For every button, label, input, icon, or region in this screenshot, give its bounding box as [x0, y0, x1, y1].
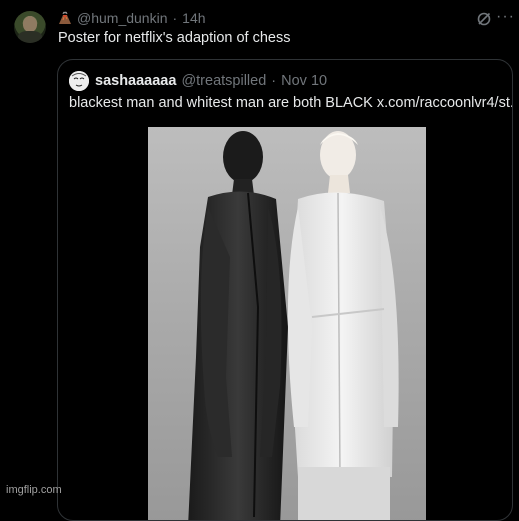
quoted-avatar	[69, 71, 89, 91]
imgflip-watermark: imgflip.com	[6, 484, 62, 496]
post-avatar[interactable]	[14, 11, 46, 43]
post-header: @hum_dunkin · 14h	[58, 8, 206, 28]
quoted-handle[interactable]: @treatspilled	[181, 73, 266, 89]
quoted-photo[interactable]	[148, 127, 426, 520]
two-men-photo	[148, 127, 426, 520]
volcano-icon	[59, 11, 71, 24]
quoted-date[interactable]: Nov 10	[281, 73, 327, 89]
more-options-icon[interactable]: ···	[496, 8, 515, 26]
separator-dot: ·	[172, 10, 178, 26]
separator-dot: ·	[271, 73, 277, 89]
grok-icon[interactable]	[476, 11, 492, 27]
quoted-body: blackest man and whitest man are both BL…	[69, 95, 373, 111]
quoted-text: blackest man and whitest man are both BL…	[69, 95, 512, 111]
post-time[interactable]: 14h	[182, 10, 205, 26]
quoted-post-card[interactable]: sashaaaaaa @treatspilled · Nov 10 blacke…	[57, 59, 513, 521]
quoted-name[interactable]: sashaaaaaa	[95, 73, 176, 89]
post-text: Poster for netflix's adaption of chess	[58, 30, 291, 46]
post-handle[interactable]: @hum_dunkin	[77, 10, 168, 26]
quoted-link[interactable]: x.com/raccoonlvr4/st...	[377, 95, 512, 111]
quoted-header: sashaaaaaa @treatspilled · Nov 10	[95, 70, 327, 92]
sketch-face-icon	[69, 71, 89, 91]
